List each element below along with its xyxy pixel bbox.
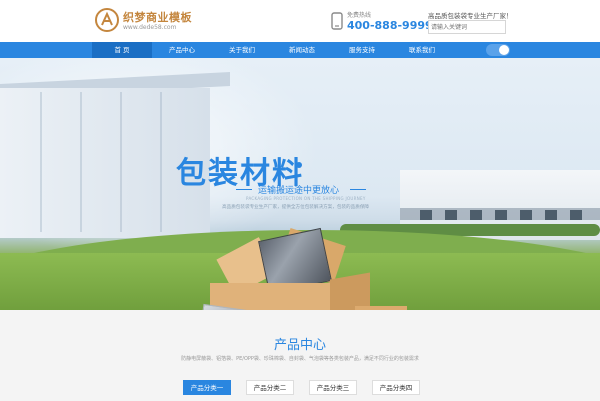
dock-door — [545, 210, 557, 220]
banner-tagline-english: PACKAGING PROTECTION ON THE SHIPPING JOU… — [246, 196, 366, 201]
hotline-number: 400-888-9999 — [347, 19, 433, 32]
nav-item-about[interactable]: 关于我们 — [212, 42, 272, 58]
tab-category-2[interactable]: 产品分类二 — [246, 380, 294, 395]
search-box — [428, 20, 506, 34]
dock-door — [495, 210, 507, 220]
dock-door — [520, 210, 532, 220]
nav-item-home[interactable]: 首 页 — [92, 42, 152, 58]
main-nav: 首 页 产品中心 关于我们 新闻动态 服务支持 联系我们 — [0, 42, 600, 58]
subheadline-rule-right — [350, 189, 366, 190]
page: 织梦商业模板 www.dede58.com 免费热线 400-888-9999 … — [0, 0, 600, 401]
tab-category-4[interactable]: 产品分类四 — [372, 380, 420, 395]
tab-category-3[interactable]: 产品分类三 — [309, 380, 357, 395]
warehouse-stripe — [80, 92, 82, 232]
dock-door — [570, 210, 582, 220]
warehouse-stripe — [40, 92, 42, 232]
hotline-label: 免费热线 — [347, 12, 372, 19]
nav-item-news[interactable]: 新闻动态 — [272, 42, 332, 58]
nav-toggle[interactable] — [486, 44, 510, 56]
product-section: 产品中心 防静电屏蔽袋、铝箔袋、PE/OPP袋、珍珠棉袋、自封袋、气泡袋等各类包… — [0, 310, 600, 401]
nav-item-service[interactable]: 服务支持 — [332, 42, 392, 58]
logo-mark-icon — [95, 8, 119, 32]
dock-door — [420, 210, 432, 220]
search-input[interactable] — [431, 22, 503, 32]
phone-icon — [331, 12, 343, 30]
logo-title: 织梦商业模板 — [123, 11, 192, 24]
hotline: 免费热线 400-888-9999 — [330, 10, 433, 36]
cardboard-box — [210, 283, 330, 310]
warehouse-stripe — [160, 92, 162, 232]
dock-door — [470, 210, 482, 220]
packaging-illustration — [195, 227, 410, 310]
headline-dot — [296, 162, 302, 168]
banner-subheadline: 运输搬运途中更放心 — [258, 186, 340, 196]
section-title: 产品中心 — [273, 338, 326, 353]
nav-items: 首 页 产品中心 关于我们 新闻动态 服务支持 联系我们 — [92, 42, 452, 58]
section-description: 防静电屏蔽袋、铝箔袋、PE/OPP袋、珍珠棉袋、自封袋、气泡袋等各类包装产品，满… — [181, 356, 419, 362]
cardboard-box-side — [330, 272, 370, 310]
subheadline-rule-left — [236, 189, 252, 190]
nav-item-products[interactable]: 产品中心 — [152, 42, 212, 58]
tab-category-1[interactable]: 产品分类一 — [183, 380, 231, 395]
category-tabs: 产品分类一 产品分类二 产品分类三 产品分类四 — [183, 380, 435, 395]
nav-item-contact[interactable]: 联系我们 — [392, 42, 452, 58]
site-header: 织梦商业模板 www.dede58.com 免费热线 400-888-9999 … — [0, 0, 600, 42]
banner-tagline: 高品质包装袋专业生产厂家，提供全方位包装解决方案，包装的品质保障 — [222, 205, 370, 210]
logo-url: www.dede58.com — [123, 24, 177, 31]
header-slogan: 高品质包装袋专业生产厂家！ — [428, 12, 513, 20]
warehouse-stripe — [120, 92, 122, 232]
dock-door — [445, 210, 457, 220]
hero-banner: 包装材料 运输搬运途中更放心 PACKAGING PROTECTION ON T… — [0, 58, 600, 310]
toggle-knob — [499, 45, 509, 55]
site-logo[interactable]: 织梦商业模板 www.dede58.com — [95, 8, 225, 36]
